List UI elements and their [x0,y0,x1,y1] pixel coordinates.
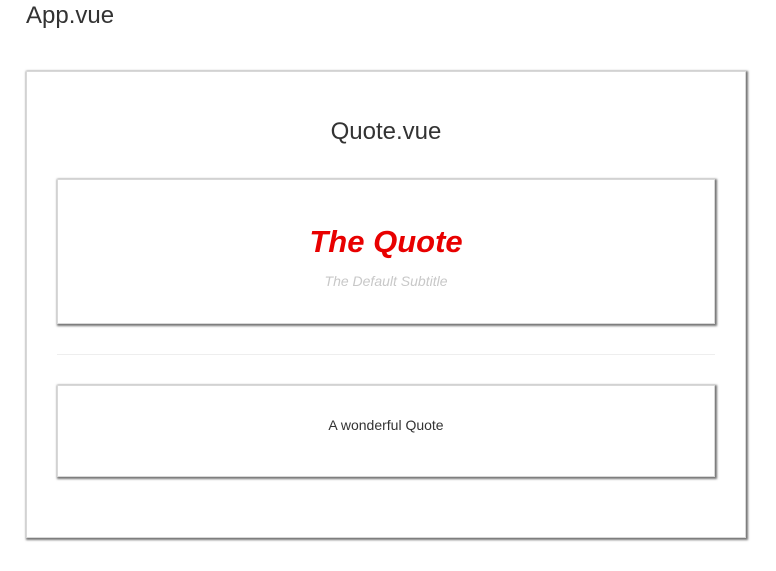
quote-body-card: A wonderful Quote [57,385,715,477]
quote-body-text: A wonderful Quote [328,417,444,433]
quote-component-title: Quote.vue [330,118,442,145]
quote-header-card: The Quote The Default Subtitle [57,179,715,324]
app-title: App.vue [26,2,115,29]
quote-component-container: Quote.vue The Quote The Default Subtitle… [26,71,746,538]
quote-subtitle: The Default Subtitle [324,273,448,289]
quote-heading: The Quote [309,224,463,259]
section-divider [57,354,715,355]
